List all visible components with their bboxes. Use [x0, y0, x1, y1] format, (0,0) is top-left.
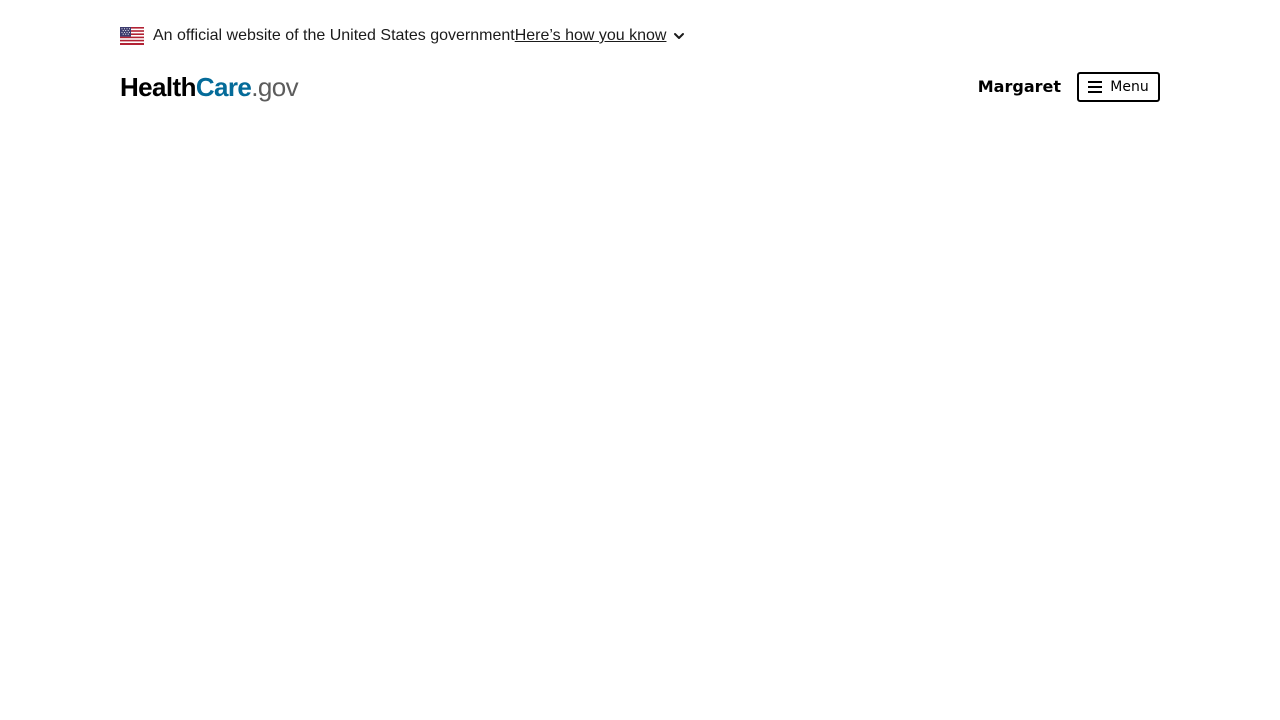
- hamburger-menu-icon: [1088, 81, 1103, 93]
- logo-health-text: Health: [120, 72, 196, 102]
- heres-how-you-know-link[interactable]: Here’s how you know: [515, 27, 667, 45]
- logo-gov-text: .gov: [251, 72, 299, 102]
- chevron-down-icon[interactable]: [673, 30, 685, 42]
- gov-banner-text: An official website of the United States…: [153, 27, 515, 44]
- site-header: Health Care .gov Margaret Menu: [120, 72, 1160, 102]
- page: An official website of the United States…: [0, 0, 1280, 720]
- menu-button[interactable]: Menu: [1077, 72, 1160, 102]
- gov-banner: An official website of the United States…: [120, 24, 685, 48]
- menu-label: Menu: [1110, 79, 1149, 95]
- us-flag-icon: [120, 27, 144, 45]
- logo-care-text: Care: [195, 72, 252, 102]
- user-name[interactable]: Margaret: [978, 72, 1061, 102]
- healthcare-gov-logo[interactable]: Health Care .gov: [120, 72, 299, 102]
